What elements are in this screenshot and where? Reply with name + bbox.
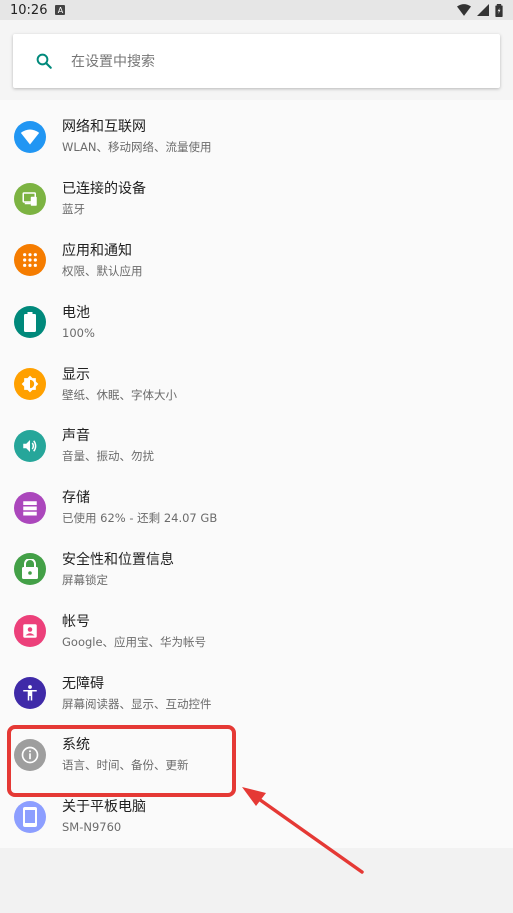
wifi-icon xyxy=(14,120,46,153)
notification-a-icon: A xyxy=(55,5,66,15)
wifi-signal-icon xyxy=(457,4,471,16)
lock-icon xyxy=(14,553,46,586)
search-icon xyxy=(36,53,52,69)
item-title: 安全性和位置信息 xyxy=(62,551,174,568)
settings-item-connected-devices[interactable]: 已连接的设备 蓝牙 xyxy=(0,168,513,230)
battery-status-icon xyxy=(495,3,503,17)
item-subtitle: 音量、振动、勿扰 xyxy=(62,449,154,464)
settings-item-accounts[interactable]: 帐号 Google、应用宝、华为帐号 xyxy=(0,600,513,662)
cell-signal-icon xyxy=(477,4,489,16)
item-title: 声音 xyxy=(62,428,90,445)
battery-icon xyxy=(14,306,46,339)
settings-item-network[interactable]: 网络和互联网 WLAN、移动网络、流量使用 xyxy=(0,106,513,168)
settings-item-battery[interactable]: 电池 100% xyxy=(0,291,513,353)
item-subtitle: 权限、默认应用 xyxy=(62,263,143,278)
item-title: 电池 xyxy=(62,304,90,321)
accessibility-icon xyxy=(14,677,46,710)
item-title: 应用和通知 xyxy=(62,242,132,259)
search-placeholder: 在设置中搜索 xyxy=(71,54,155,70)
item-subtitle: 屏幕阅读器、显示、互动控件 xyxy=(62,696,212,711)
item-subtitle: 100% xyxy=(62,325,95,340)
storage-icon xyxy=(14,491,46,524)
item-title: 显示 xyxy=(62,366,90,383)
settings-item-display[interactable]: 显示 壁纸、休眠、字体大小 xyxy=(0,353,513,415)
settings-item-storage[interactable]: 存储 已使用 62% - 还剩 24.07 GB xyxy=(0,477,513,539)
search-area: 在设置中搜索 xyxy=(0,20,513,100)
devices-icon xyxy=(14,182,46,215)
tablet-icon xyxy=(14,800,46,833)
item-subtitle: 蓝牙 xyxy=(62,202,85,217)
highlight-box xyxy=(7,725,236,797)
item-title: 存储 xyxy=(62,490,90,507)
settings-item-accessibility[interactable]: 无障碍 屏幕阅读器、显示、互动控件 xyxy=(0,662,513,724)
item-subtitle: SM-N9760 xyxy=(62,820,122,835)
status-time: 10:26 xyxy=(10,2,48,18)
apps-grid-icon xyxy=(14,244,46,277)
account-icon xyxy=(14,615,46,648)
item-title: 网络和互联网 xyxy=(62,119,146,136)
settings-item-sound[interactable]: 声音 音量、振动、勿扰 xyxy=(0,415,513,477)
item-title: 已连接的设备 xyxy=(62,181,146,198)
item-subtitle: 已使用 62% - 还剩 24.07 GB xyxy=(62,511,218,526)
settings-item-security[interactable]: 安全性和位置信息 屏幕锁定 xyxy=(0,539,513,601)
item-subtitle: WLAN、移动网络、流量使用 xyxy=(62,140,212,155)
volume-icon xyxy=(14,429,46,462)
status-bar: 10:26 A xyxy=(0,0,513,20)
item-title: 帐号 xyxy=(62,613,90,630)
item-subtitle: Google、应用宝、华为帐号 xyxy=(62,634,207,649)
brightness-icon xyxy=(14,368,46,401)
item-subtitle: 壁纸、休眠、字体大小 xyxy=(62,387,177,402)
settings-item-apps[interactable]: 应用和通知 权限、默认应用 xyxy=(0,230,513,292)
item-subtitle: 屏幕锁定 xyxy=(62,572,108,587)
search-bar[interactable]: 在设置中搜索 xyxy=(13,34,500,88)
item-title: 关于平板电脑 xyxy=(62,799,146,816)
item-title: 无障碍 xyxy=(62,675,104,692)
